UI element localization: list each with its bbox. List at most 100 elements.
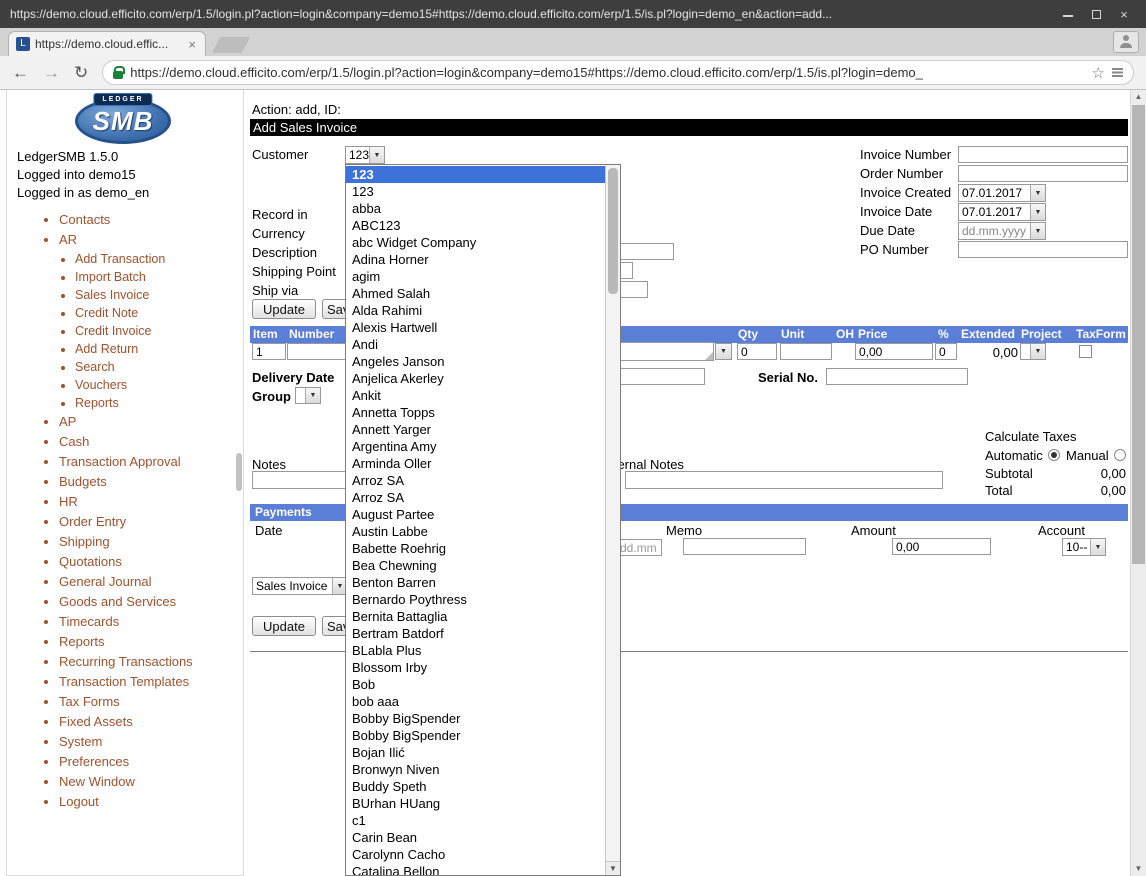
customer-option[interactable]: Ankit (346, 387, 605, 404)
profile-button[interactable] (1113, 31, 1139, 53)
bookmarks-list-icon[interactable] (1112, 68, 1123, 77)
invoice-number-input[interactable] (958, 146, 1128, 163)
dropdown-scrollbar[interactable]: ▼ (605, 165, 620, 875)
address-bar[interactable]: https://demo.cloud.efficito.com/erp/1.5/… (102, 60, 1134, 85)
customer-select[interactable]: 123 ▼ (345, 146, 385, 164)
customer-option[interactable]: Bobby BigSpender (346, 710, 605, 727)
customer-option[interactable]: 123 (346, 166, 605, 183)
price-input[interactable] (855, 343, 933, 360)
reload-button[interactable]: ↻ (74, 64, 88, 81)
browser-tab[interactable]: L https://demo.cloud.effic... × (8, 31, 206, 56)
customer-option[interactable]: Arminda Oller (346, 455, 605, 472)
scroll-down-icon[interactable]: ▼ (1131, 862, 1146, 876)
payment-date-input[interactable] (616, 539, 662, 556)
serial-no-input[interactable] (826, 368, 968, 385)
customer-option[interactable]: Adina Horner (346, 251, 605, 268)
invoice-created-select[interactable]: 07.01.2017 ▼ (958, 184, 1046, 202)
customer-option[interactable]: Buddy Speth (346, 778, 605, 795)
group-label: Group (252, 389, 291, 405)
group-select[interactable]: ▼ (295, 387, 321, 404)
update-button-bottom[interactable]: Update (252, 616, 316, 636)
customer-option[interactable]: c1 (346, 812, 605, 829)
automatic-radio[interactable] (1048, 449, 1060, 461)
payment-account-col-label: Account (1038, 523, 1085, 539)
bookmark-star-icon[interactable]: ☆ (1092, 64, 1105, 82)
customer-option[interactable]: ABC123 (346, 217, 605, 234)
customer-option[interactable]: abba (346, 200, 605, 217)
customer-option[interactable]: Andi (346, 336, 605, 353)
customer-option[interactable]: Arroz SA (346, 472, 605, 489)
customer-option[interactable]: Alda Rahimi (346, 302, 605, 319)
customer-option[interactable]: Austin Labbe (346, 523, 605, 540)
customer-option[interactable]: Annetta Topps (346, 404, 605, 421)
scroll-up-icon[interactable]: ▲ (1131, 90, 1146, 104)
maximize-button[interactable] (1084, 7, 1108, 22)
unit-input[interactable] (780, 343, 832, 360)
resize-handle-icon[interactable] (705, 352, 713, 360)
customer-option[interactable]: Carin Bean (346, 829, 605, 846)
customer-option[interactable]: Blossom Irby (346, 659, 605, 676)
customer-option[interactable]: Bea Chewning (346, 557, 605, 574)
customer-option[interactable]: Argentina Amy (346, 438, 605, 455)
customer-option[interactable]: Arroz SA (346, 489, 605, 506)
customer-option[interactable]: Anjelica Akerley (346, 370, 605, 387)
forward-button[interactable]: → (43, 64, 60, 81)
customer-option[interactable]: Carolynn Cacho (346, 846, 605, 863)
taxform-checkbox[interactable] (1079, 345, 1092, 358)
qty-input[interactable] (737, 343, 777, 360)
customer-options: 123123abbaABC123abc Widget CompanyAdina … (346, 166, 605, 876)
customer-option[interactable]: Babette Roehrig (346, 540, 605, 557)
new-tab-button[interactable] (212, 37, 251, 53)
customer-option[interactable]: Bojan Ilić (346, 744, 605, 761)
chevron-down-icon: ▼ (369, 147, 384, 163)
customer-option[interactable]: Annett Yarger (346, 421, 605, 438)
discount-input[interactable] (935, 343, 957, 360)
customer-option[interactable]: abc Widget Company (346, 234, 605, 251)
invoice-created-label: Invoice Created (860, 185, 951, 201)
po-number-input[interactable] (958, 241, 1128, 258)
customer-option[interactable]: Bobby BigSpender (346, 727, 605, 744)
customer-option[interactable]: agim (346, 268, 605, 285)
dropdown-scrollbar-thumb[interactable] (608, 168, 618, 294)
customer-option[interactable]: Angeles Janson (346, 353, 605, 370)
customer-option[interactable]: Catalina Bellon (346, 863, 605, 876)
item-description-select[interactable]: ▼ (715, 343, 732, 360)
update-button[interactable]: Update (252, 299, 316, 319)
order-number-input[interactable] (958, 165, 1128, 182)
customer-option[interactable]: Ahmed Salah (346, 285, 605, 302)
customer-option[interactable]: BUrhan HUang (346, 795, 605, 812)
page-scrollbar-thumb[interactable] (1132, 105, 1145, 564)
customer-option[interactable]: Bernardo Poythress (346, 591, 605, 608)
customer-option[interactable]: 123 (346, 183, 605, 200)
customer-option[interactable]: Bob (346, 676, 605, 693)
back-button[interactable]: ← (12, 64, 29, 81)
chevron-down-icon: ▼ (1030, 344, 1045, 359)
payment-amount-input[interactable] (892, 538, 991, 555)
manual-radio[interactable] (1114, 449, 1126, 461)
dropdown-scroll-down-icon[interactable]: ▼ (606, 861, 620, 875)
invoice-type-select[interactable]: Sales Invoice ▼ (252, 577, 348, 595)
customer-option[interactable]: Benton Barren (346, 574, 605, 591)
internal-notes-input[interactable] (625, 471, 943, 489)
due-date-select[interactable]: dd.mm.yyyy ▼ (958, 222, 1046, 240)
payment-memo-input[interactable] (683, 538, 806, 555)
customer-option[interactable]: BLabla Plus (346, 642, 605, 659)
window-close-button[interactable]: × (1112, 7, 1136, 22)
customer-option[interactable]: Bertram Batdorf (346, 625, 605, 642)
project-select[interactable]: ▼ (1020, 343, 1046, 360)
invoice-date-select[interactable]: 07.01.2017 ▼ (958, 203, 1046, 221)
page-scrollbar[interactable]: ▲ ▼ (1130, 90, 1146, 876)
customer-option[interactable]: bob aaa (346, 693, 605, 710)
close-icon: × (1120, 7, 1128, 22)
item-line-input[interactable] (252, 343, 286, 360)
customer-option[interactable]: Bronwyn Niven (346, 761, 605, 778)
url-text[interactable]: https://demo.cloud.efficito.com/erp/1.5/… (130, 65, 1084, 80)
tab-close-icon[interactable]: × (186, 37, 198, 52)
customer-option[interactable]: Alexis Hartwell (346, 319, 605, 336)
customer-option[interactable]: Bernita Battaglia (346, 608, 605, 625)
chevron-down-icon: ▼ (1030, 185, 1045, 201)
minimize-button[interactable] (1056, 7, 1080, 22)
payment-account-select[interactable]: 10-- ▼ (1062, 538, 1106, 556)
order-number-label: Order Number (860, 166, 943, 182)
customer-option[interactable]: August Partee (346, 506, 605, 523)
